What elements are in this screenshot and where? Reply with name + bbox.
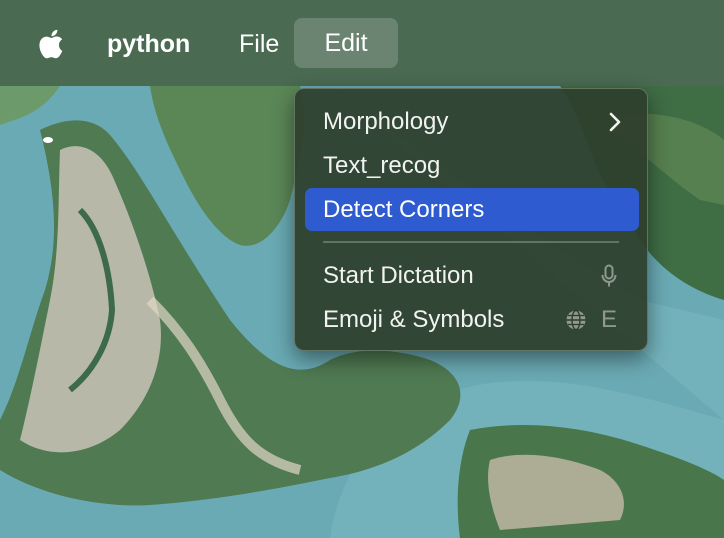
menu-item-detect-corners[interactable]: Detect Corners [305, 188, 639, 231]
globe-icon [566, 309, 586, 331]
chevron-right-icon [609, 112, 621, 132]
menu-bar: python File Edit [0, 0, 724, 86]
menu-item-morphology[interactable]: Morphology [305, 100, 639, 143]
shortcut-key: E [600, 306, 617, 333]
menu-item-emoji-symbols[interactable]: Emoji & Symbols E [305, 298, 639, 341]
menu-item-label: Start Dictation [323, 262, 474, 289]
menu-item-text-recog[interactable]: Text_recog [305, 144, 639, 187]
edit-dropdown-menu: Morphology Text_recog Detect Corners Sta… [294, 88, 648, 351]
app-name-menu[interactable]: python [107, 28, 190, 60]
menu-item-label: Detect Corners [323, 196, 485, 223]
menu-item-label: Morphology [323, 108, 449, 135]
apple-icon[interactable] [38, 28, 68, 60]
edit-menu[interactable]: Edit [294, 18, 398, 68]
menu-item-label: Text_recog [323, 152, 441, 179]
microphone-icon [601, 264, 617, 287]
menu-item-label: Emoji & Symbols [323, 306, 505, 333]
menu-separator [323, 241, 619, 243]
menu-item-start-dictation[interactable]: Start Dictation [305, 254, 639, 297]
file-menu[interactable]: File [239, 28, 279, 60]
